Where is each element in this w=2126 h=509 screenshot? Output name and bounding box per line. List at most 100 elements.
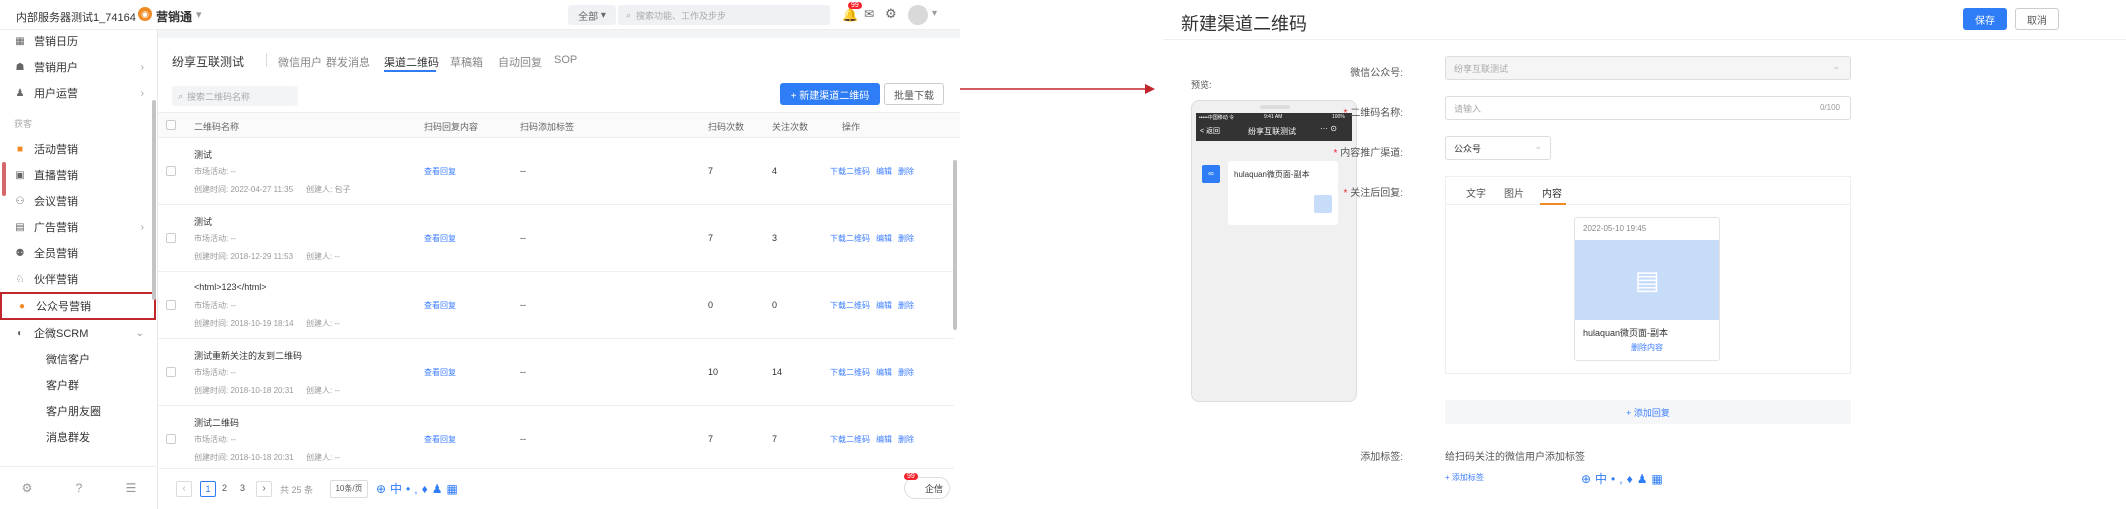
- qrcode-name[interactable]: <html>123</html>: [194, 282, 267, 292]
- qrcode-search-input[interactable]: ⌕ 搜索二维码名称: [172, 86, 298, 106]
- app-switch-chevron-icon[interactable]: ▾: [196, 8, 202, 21]
- prev-page-button[interactable]: ‹: [176, 481, 192, 497]
- reply-tab-content[interactable]: 内容: [1542, 185, 1562, 200]
- table-scrollbar[interactable]: [953, 160, 957, 330]
- row-checkbox[interactable]: [166, 367, 176, 377]
- bell-icon[interactable]: 🔔: [842, 7, 858, 23]
- download-qrcode-link[interactable]: 下载二维码: [830, 367, 870, 378]
- reply-tab-image[interactable]: 图片: [1504, 185, 1524, 200]
- page-number-1[interactable]: 1: [200, 481, 216, 497]
- edit-link[interactable]: 编辑: [876, 233, 892, 244]
- sidebar-item-moments[interactable]: 客户朋友圈: [0, 398, 158, 424]
- channel-label-text: 内容推广渠道:: [1340, 148, 1403, 159]
- table-row[interactable]: 测试二维码 市场活动: -- 创建时间: 2018-10-18 20:31 创建…: [158, 406, 954, 469]
- sidebar-scrollbar[interactable]: [152, 100, 156, 300]
- next-page-button[interactable]: ›: [256, 481, 272, 497]
- view-reply-link[interactable]: 查看回复: [424, 166, 456, 177]
- help-icon[interactable]: ?: [76, 481, 83, 495]
- view-reply-link[interactable]: 查看回复: [424, 233, 456, 244]
- chat-button[interactable]: 企信: [904, 477, 950, 499]
- delete-link[interactable]: 删除: [898, 367, 914, 378]
- avatar-chevron-icon[interactable]: ▾: [932, 8, 937, 19]
- tab-wechat-users[interactable]: 微信用户: [278, 54, 322, 70]
- delete-link[interactable]: 删除: [898, 166, 914, 177]
- sidebar-item-wechat-customers[interactable]: 微信客户: [0, 346, 158, 372]
- sidebar-item-partner[interactable]: ♘ 伙伴营销: [0, 266, 158, 292]
- row-checkbox[interactable]: [166, 166, 176, 176]
- delete-link[interactable]: 删除: [898, 300, 914, 311]
- collapse-menu-icon[interactable]: ☰: [126, 481, 137, 495]
- settings-icon[interactable]: ⚙: [22, 481, 33, 495]
- sidebar-item-wecom-scrm[interactable]: ◐ 企微SCRM ⌄: [0, 320, 158, 346]
- qrcode-name[interactable]: 测试重新关注的友到二维码: [194, 349, 302, 362]
- download-qrcode-link[interactable]: 下载二维码: [830, 300, 870, 311]
- page-number-3[interactable]: 3: [240, 483, 245, 493]
- tab-channel-qrcode[interactable]: 渠道二维码: [384, 54, 439, 70]
- search-scope-select[interactable]: 全部 ▾: [568, 5, 616, 25]
- select-all-checkbox[interactable]: [166, 120, 176, 130]
- qrcode-name[interactable]: 测试: [194, 148, 212, 161]
- delete-content-link[interactable]: 删除内容: [1575, 342, 1719, 353]
- channel-select[interactable]: 公众号 ⌄: [1445, 136, 1551, 160]
- view-reply-link[interactable]: 查看回复: [424, 434, 456, 445]
- sidebar-item-staff[interactable]: ⚉ 全员营销: [0, 240, 158, 266]
- ime-toolbar-icon[interactable]: ⊕中•,♦♟▦: [376, 480, 462, 497]
- sidebar-item-activity[interactable]: ■ 活动营销: [0, 136, 158, 162]
- column-header-reply: 扫码回复内容: [424, 122, 479, 132]
- avatar[interactable]: [908, 5, 928, 25]
- row-checkbox[interactable]: [166, 233, 176, 243]
- sidebar-item-users[interactable]: ☗ 营销用户 ›: [0, 54, 158, 80]
- delete-link[interactable]: 删除: [898, 233, 914, 244]
- delete-link[interactable]: 删除: [898, 434, 914, 445]
- sidebar: ▦ 营销日历 ☗ 营销用户 › ♟ 用户运营 › 获客 ■ 活动营销 ▣ 直播营销 ⚇ 会议营销…: [0, 30, 158, 509]
- tab-sop[interactable]: SOP: [554, 54, 577, 66]
- sidebar-item-mass-message[interactable]: 消息群发: [0, 424, 158, 450]
- edit-link[interactable]: 编辑: [876, 300, 892, 311]
- edit-link[interactable]: 编辑: [876, 367, 892, 378]
- table-row[interactable]: <html>123</html> 市场活动: -- 创建时间: 2018-10-…: [158, 272, 954, 339]
- page-size-select[interactable]: 10条/页: [330, 480, 368, 498]
- qrcode-name[interactable]: 测试: [194, 215, 212, 228]
- qrcode-name-input[interactable]: 请输入 0/100: [1445, 96, 1851, 120]
- batch-download-button[interactable]: 批量下载: [884, 83, 944, 105]
- cancel-button[interactable]: 取消: [2015, 8, 2059, 30]
- sidebar-item-customer-groups[interactable]: 客户群: [0, 372, 158, 398]
- table-row[interactable]: 测试 市场活动: -- 创建时间: 2018-12-29 11:53 创建人: …: [158, 205, 954, 272]
- table-row[interactable]: 测试 市场活动: -- 创建时间: 2022-04-27 11:35 创建人: …: [158, 138, 954, 205]
- tab-auto-reply[interactable]: 自动回复: [498, 54, 542, 70]
- content-card[interactable]: 2022-05-10 19:45 ▤ hulaquan微页面-副本 删除内容: [1574, 217, 1720, 361]
- page-number-2[interactable]: 2: [222, 483, 227, 493]
- sidebar-section-label: 获客: [14, 118, 33, 129]
- row-checkbox[interactable]: [166, 434, 176, 444]
- add-reply-button[interactable]: + 添加回复: [1445, 400, 1851, 424]
- row-checkbox[interactable]: [166, 300, 176, 310]
- download-qrcode-link[interactable]: 下载二维码: [830, 166, 870, 177]
- reply-tab-text[interactable]: 文字: [1466, 185, 1486, 200]
- edit-link[interactable]: 编辑: [876, 166, 892, 177]
- edit-link[interactable]: 编辑: [876, 434, 892, 445]
- gear-icon[interactable]: ⚙: [885, 6, 897, 22]
- sidebar-item-calendar[interactable]: ▦ 营销日历: [0, 28, 158, 54]
- message-icon[interactable]: ✉: [864, 7, 874, 21]
- tab-mass-message[interactable]: 群发消息: [326, 54, 370, 70]
- download-qrcode-link[interactable]: 下载二维码: [830, 233, 870, 244]
- new-qrcode-button[interactable]: + 新建渠道二维码: [780, 83, 880, 105]
- download-qrcode-link[interactable]: 下载二维码: [830, 434, 870, 445]
- global-search-input[interactable]: ⌕ 搜索功能、工作及步步: [618, 5, 830, 25]
- table-row[interactable]: 测试重新关注的友到二维码 市场活动: -- 创建时间: 2018-10-18 2…: [158, 339, 954, 406]
- sidebar-item-user-ops[interactable]: ♟ 用户运营 ›: [0, 80, 158, 106]
- sidebar-item-label: 活动营销: [34, 144, 78, 156]
- app-name[interactable]: 营销通: [156, 8, 192, 25]
- search-scope-label: 全部: [578, 11, 599, 23]
- sidebar-item-meeting[interactable]: ⚇ 会议营销: [0, 188, 158, 214]
- view-reply-link[interactable]: 查看回复: [424, 367, 456, 378]
- view-reply-link[interactable]: 查看回复: [424, 300, 456, 311]
- sidebar-item-live[interactable]: ▣ 直播营销: [0, 162, 158, 188]
- sidebar-item-official-account[interactable]: ● 公众号营销: [0, 292, 156, 320]
- ime-toolbar-icon[interactable]: ⊕中•,♦♟▦: [1581, 470, 1667, 487]
- save-button[interactable]: 保存: [1963, 8, 2007, 30]
- sidebar-item-ads[interactable]: ▤ 广告营销 ›: [0, 214, 158, 240]
- add-tag-link[interactable]: + 添加标签: [1445, 472, 1484, 483]
- qrcode-name[interactable]: 测试二维码: [194, 416, 239, 429]
- tab-drafts[interactable]: 草稿箱: [450, 54, 483, 70]
